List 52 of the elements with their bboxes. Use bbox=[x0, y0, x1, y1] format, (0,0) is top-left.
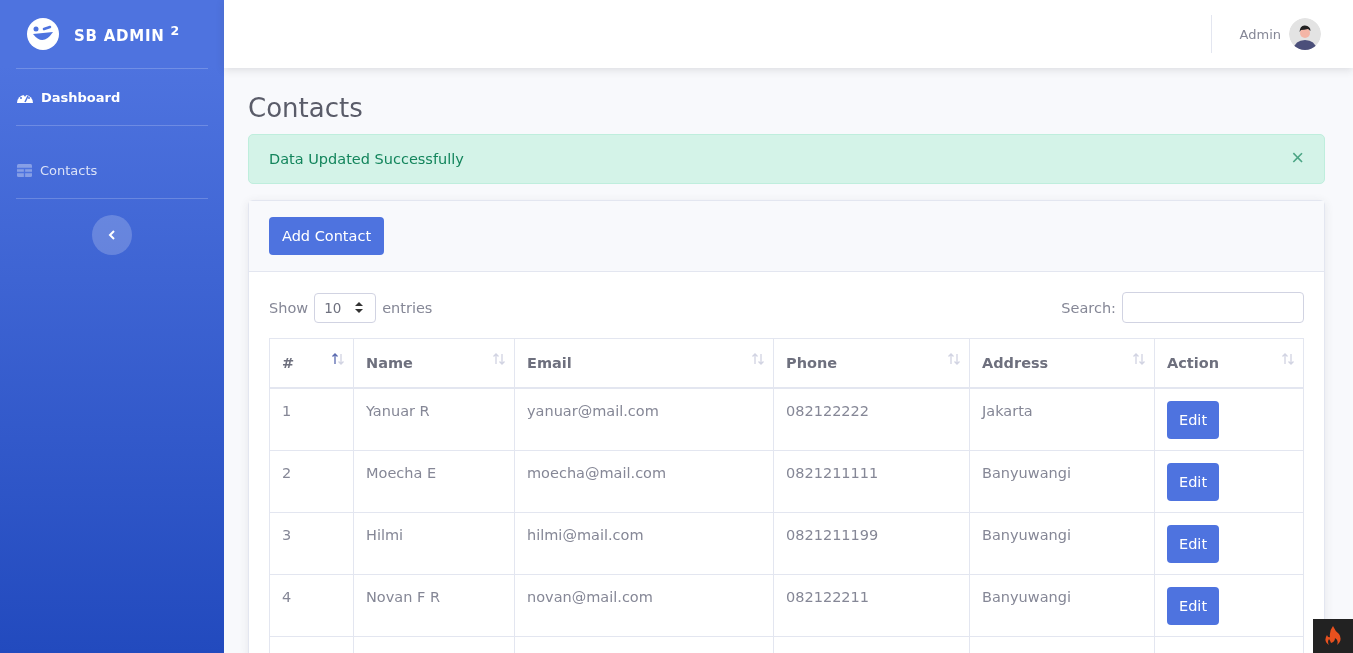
table-cell: 2 bbox=[282, 464, 292, 481]
column-header[interactable]: Address bbox=[982, 355, 1049, 371]
table-cell: 3 bbox=[282, 526, 292, 543]
table-cell: 082122211 bbox=[786, 588, 870, 605]
table-cell: Moecha E bbox=[366, 464, 437, 481]
edit-button[interactable]: Edit bbox=[1167, 586, 1220, 625]
search-field[interactable] bbox=[1122, 292, 1304, 323]
table-cell: Banyuwangi bbox=[982, 588, 1071, 605]
entries-label: entries bbox=[382, 299, 433, 316]
column-header[interactable]: Action bbox=[1167, 355, 1219, 371]
debug-toolbar-button[interactable] bbox=[1313, 619, 1353, 653]
column-header[interactable]: Email bbox=[527, 355, 572, 371]
column-header[interactable]: Phone bbox=[786, 355, 838, 371]
table-cell: moecha@mail.com bbox=[527, 464, 667, 481]
sidebar-item[interactable]: Dashboard bbox=[0, 69, 224, 125]
add-contact-button[interactable]: Add Contact bbox=[269, 217, 385, 255]
table-cell: novan@mail.com bbox=[527, 588, 653, 605]
table-icon bbox=[17, 163, 32, 177]
edit-button[interactable]: Edit bbox=[1167, 524, 1220, 563]
flame-icon bbox=[1324, 626, 1342, 646]
page-title: Contacts bbox=[248, 92, 364, 124]
search-label: Search: bbox=[1061, 299, 1116, 316]
sidebar-item[interactable]: Contacts bbox=[0, 126, 224, 198]
close-button[interactable]: × bbox=[1291, 147, 1304, 171]
column-header[interactable]: # bbox=[282, 355, 295, 371]
table-cell: Yanuar R bbox=[366, 403, 430, 419]
user-name[interactable]: Admin bbox=[1239, 26, 1281, 42]
table-cell: hilmi@mail.com bbox=[527, 526, 644, 543]
table-cell: Banyuwangi bbox=[982, 464, 1071, 481]
table-cell: 4 bbox=[282, 588, 292, 605]
table-cell: Banyuwangi bbox=[982, 526, 1071, 543]
table-cell: 0821211111 bbox=[786, 464, 879, 481]
table-cell: 1 bbox=[282, 403, 292, 419]
edit-button[interactable]: Edit bbox=[1167, 462, 1220, 501]
table-cell: Hilmi bbox=[366, 526, 404, 543]
column-header[interactable]: Name bbox=[366, 355, 413, 371]
avatar-icon[interactable] bbox=[1289, 18, 1321, 50]
entries-select[interactable]: 10 bbox=[314, 292, 377, 323]
show-label: Show bbox=[269, 299, 309, 316]
edit-button[interactable]: Edit bbox=[1167, 401, 1220, 439]
sort-icon[interactable] bbox=[331, 353, 345, 365]
brand-name[interactable]: SB ADMIN $^{2}$ bbox=[74, 23, 180, 45]
sidebar-toggle-button[interactable] bbox=[92, 215, 132, 255]
table-cell: Novan F R bbox=[366, 588, 440, 605]
up-down-caret-icon bbox=[355, 302, 364, 313]
table-cell: 0821211199 bbox=[786, 526, 879, 543]
table-cell: Jakarta bbox=[982, 403, 1033, 419]
table-cell: yanuar@mail.com bbox=[527, 403, 659, 419]
chevron-left-icon bbox=[108, 230, 116, 240]
table-cell: 082122222 bbox=[786, 403, 870, 419]
alert-message: Data Updated Successfully bbox=[269, 151, 464, 167]
laughing-face-icon bbox=[26, 17, 60, 51]
